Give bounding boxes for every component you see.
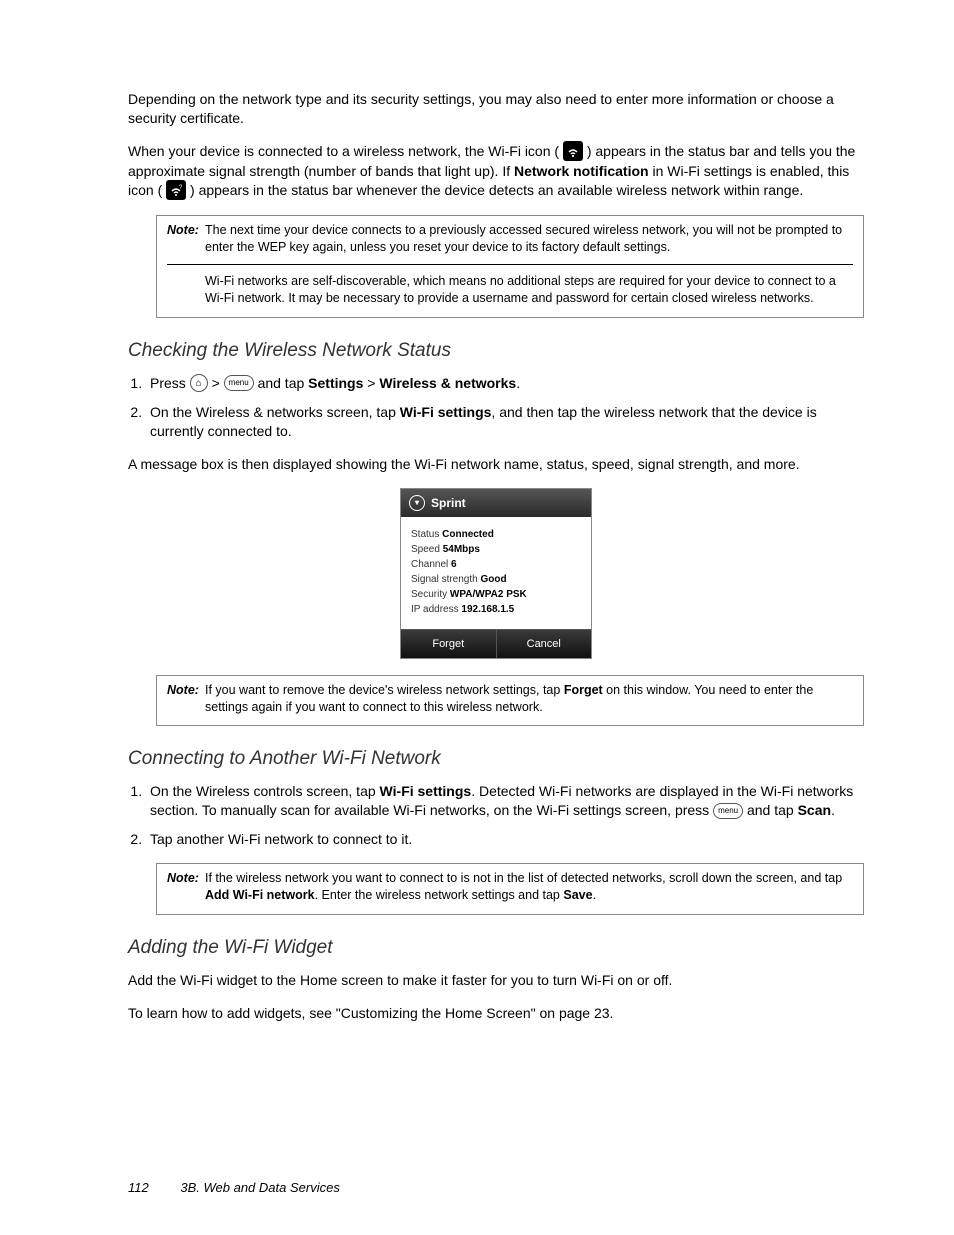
text: and tap	[258, 375, 309, 391]
list-item: On the Wireless controls screen, tap Wi-…	[146, 782, 864, 820]
wifi-icon	[563, 141, 583, 161]
text-bold: Wi-Fi settings	[400, 404, 492, 420]
cancel-button[interactable]: Cancel	[497, 629, 592, 658]
note-body: Wi-Fi networks are self-discoverable, wh…	[205, 273, 853, 307]
text-bold: Network notification	[514, 163, 649, 179]
note-body: If the wireless network you want to conn…	[205, 870, 853, 904]
section-heading: Connecting to Another Wi-Fi Network	[128, 748, 864, 770]
dialog-row: Channel 6	[411, 557, 581, 572]
text-bold: Wi-Fi settings	[380, 783, 472, 799]
text: and tap	[743, 802, 798, 818]
dialog-row: IP address 192.168.1.5	[411, 602, 581, 617]
list-item: Press ⌂ > menu and tap Settings > Wirele…	[146, 374, 864, 393]
wifi-status-dialog: ▾ Sprint Status Connected Speed 54Mbps C…	[400, 488, 592, 659]
text: On the Wireless controls screen, tap	[150, 783, 380, 799]
dialog-row: Signal strength Good	[411, 572, 581, 587]
note-box: Note: If the wireless network you want t…	[156, 863, 864, 915]
menu-icon: menu	[224, 375, 254, 391]
paragraph: When your device is connected to a wirel…	[128, 142, 864, 201]
note-label: Note:	[167, 870, 205, 904]
paragraph: A message box is then displayed showing …	[128, 455, 864, 474]
footer-section: 3B. Web and Data Services	[180, 1180, 339, 1195]
home-icon: ⌂	[190, 374, 208, 392]
dialog-row: Security WPA/WPA2 PSK	[411, 587, 581, 602]
dialog-title-text: Sprint	[431, 496, 466, 510]
dialog-row: Speed 54Mbps	[411, 542, 581, 557]
ordered-list: On the Wireless controls screen, tap Wi-…	[146, 782, 864, 849]
text-bold: Scan	[798, 802, 831, 818]
note-body: The next time your device connects to a …	[205, 222, 853, 256]
dialog-body: Status Connected Speed 54Mbps Channel 6 …	[401, 517, 591, 629]
note-label: Note:	[167, 682, 205, 716]
wifi-question-icon: ?	[166, 180, 186, 200]
text: .	[516, 375, 520, 391]
dialog-title: ▾ Sprint	[401, 489, 591, 517]
text: When your device is connected to a wirel…	[128, 143, 559, 159]
paragraph: To learn how to add widgets, see "Custom…	[128, 1004, 864, 1023]
page-number: 112	[128, 1180, 149, 1195]
text: >	[212, 375, 220, 391]
svg-text:?: ?	[179, 185, 183, 191]
paragraph: Depending on the network type and its se…	[128, 90, 864, 128]
section-heading: Adding the Wi-Fi Widget	[128, 937, 864, 959]
wifi-dialog-icon: ▾	[409, 495, 425, 511]
text: .	[831, 802, 835, 818]
text: Press	[150, 375, 190, 391]
ordered-list: Press ⌂ > menu and tap Settings > Wirele…	[146, 374, 864, 441]
note-label: Note:	[167, 222, 205, 256]
note-box: Note: The next time your device connects…	[156, 215, 864, 318]
divider	[167, 264, 853, 265]
text: >	[363, 375, 379, 391]
forget-button[interactable]: Forget	[401, 629, 497, 658]
note-box: Note: If you want to remove the device's…	[156, 675, 864, 727]
text-bold: Wireless & networks	[379, 375, 516, 391]
page-footer: 112 3B. Web and Data Services	[128, 1180, 340, 1195]
text: On the Wireless & networks screen, tap	[150, 404, 400, 420]
section-heading: Checking the Wireless Network Status	[128, 340, 864, 362]
list-item: On the Wireless & networks screen, tap W…	[146, 403, 864, 441]
note-body: If you want to remove the device's wirel…	[205, 682, 853, 716]
text-bold: Settings	[308, 375, 363, 391]
list-item: Tap another Wi-Fi network to connect to …	[146, 830, 864, 849]
paragraph: Add the Wi-Fi widget to the Home screen …	[128, 971, 864, 990]
dialog-row: Status Connected	[411, 527, 581, 542]
text: ) appears in the status bar whenever the…	[190, 182, 803, 198]
menu-icon: menu	[713, 803, 743, 819]
